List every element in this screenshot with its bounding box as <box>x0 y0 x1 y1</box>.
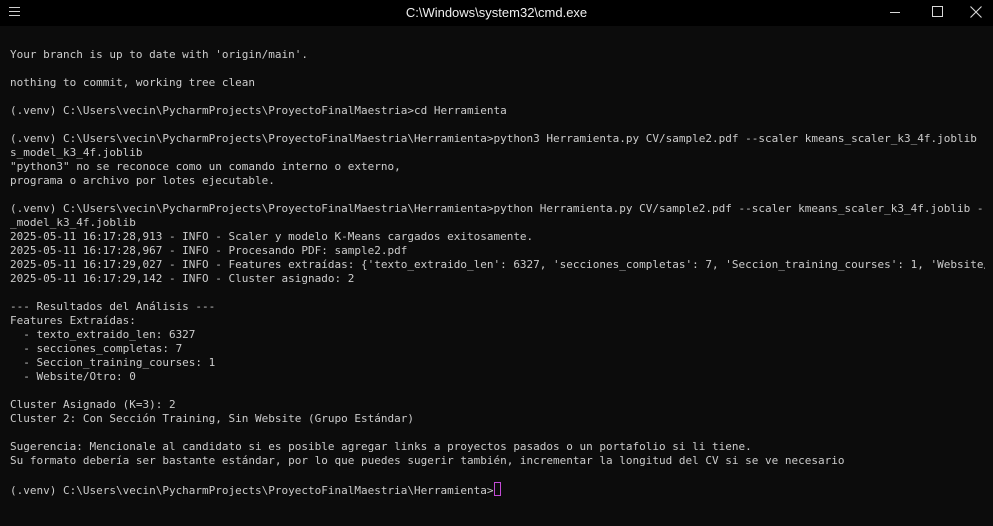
console-line: 2025-05-11 16:17:29,142 - INFO - Cluster… <box>10 272 355 285</box>
console-line: Sugerencia: Mencionale al candidato si e… <box>10 440 752 453</box>
window-titlebar[interactable]: C:\Windows\system32\cmd.exe <box>0 0 993 26</box>
console-output[interactable]: Your branch is up to date with 'origin/m… <box>10 34 985 496</box>
console-line: --- Resultados del Análisis --- <box>10 300 216 313</box>
console-line: 2025-05-11 16:17:29,027 - INFO - Feature… <box>10 258 985 271</box>
console-line: Features Extraídas: <box>10 314 136 327</box>
command-prompt-line[interactable]: (.venv) C:\Users\vecin\PycharmProjects\P… <box>10 482 985 496</box>
console-line: nothing to commit, working tree clean <box>10 76 256 89</box>
console-line: s_model_k3_4f.joblib <box>10 146 143 159</box>
console-line: (.venv) C:\Users\vecin\PycharmProjects\P… <box>10 202 985 215</box>
console-line: Your branch is up to date with 'origin/m… <box>10 48 309 61</box>
console-line: - secciones_completas: 7 <box>10 342 183 355</box>
console-line: - Website/Otro: 0 <box>10 370 136 383</box>
text-cursor <box>494 482 502 496</box>
console-line: (.venv) C:\Users\vecin\PycharmProjects\P… <box>10 104 507 117</box>
console-line: Cluster Asignado (K=3): 2 <box>10 398 176 411</box>
console-line: programa o archivo por lotes ejecutable. <box>10 174 275 187</box>
maximize-button[interactable] <box>920 0 956 26</box>
console-line: - Seccion_training_courses: 1 <box>10 356 216 369</box>
command-prompt: (.venv) C:\Users\vecin\PycharmProjects\P… <box>10 484 494 496</box>
console-line: (.venv) C:\Users\vecin\PycharmProjects\P… <box>10 132 985 145</box>
console-line: "python3" no se reconoce como un comando… <box>10 160 401 173</box>
minimize-button[interactable] <box>878 0 914 26</box>
close-button[interactable] <box>958 0 993 26</box>
console-line: 2025-05-11 16:17:28,967 - INFO - Procesa… <box>10 244 408 257</box>
console-line: _model_k3_4f.joblib <box>10 216 136 229</box>
window-title: C:\Windows\system32\cmd.exe <box>405 5 588 20</box>
close-icon <box>970 6 982 18</box>
console-line: - texto_extraido_len: 6327 <box>10 328 196 341</box>
console-line: Su formato debería ser bastante estándar… <box>10 454 845 467</box>
minimize-icon <box>890 12 900 13</box>
console-line: 2025-05-11 16:17:28,913 - INFO - Scaler … <box>10 230 534 243</box>
console-line: Cluster 2: Con Sección Training, Sin Web… <box>10 412 414 425</box>
maximize-icon <box>932 6 943 17</box>
